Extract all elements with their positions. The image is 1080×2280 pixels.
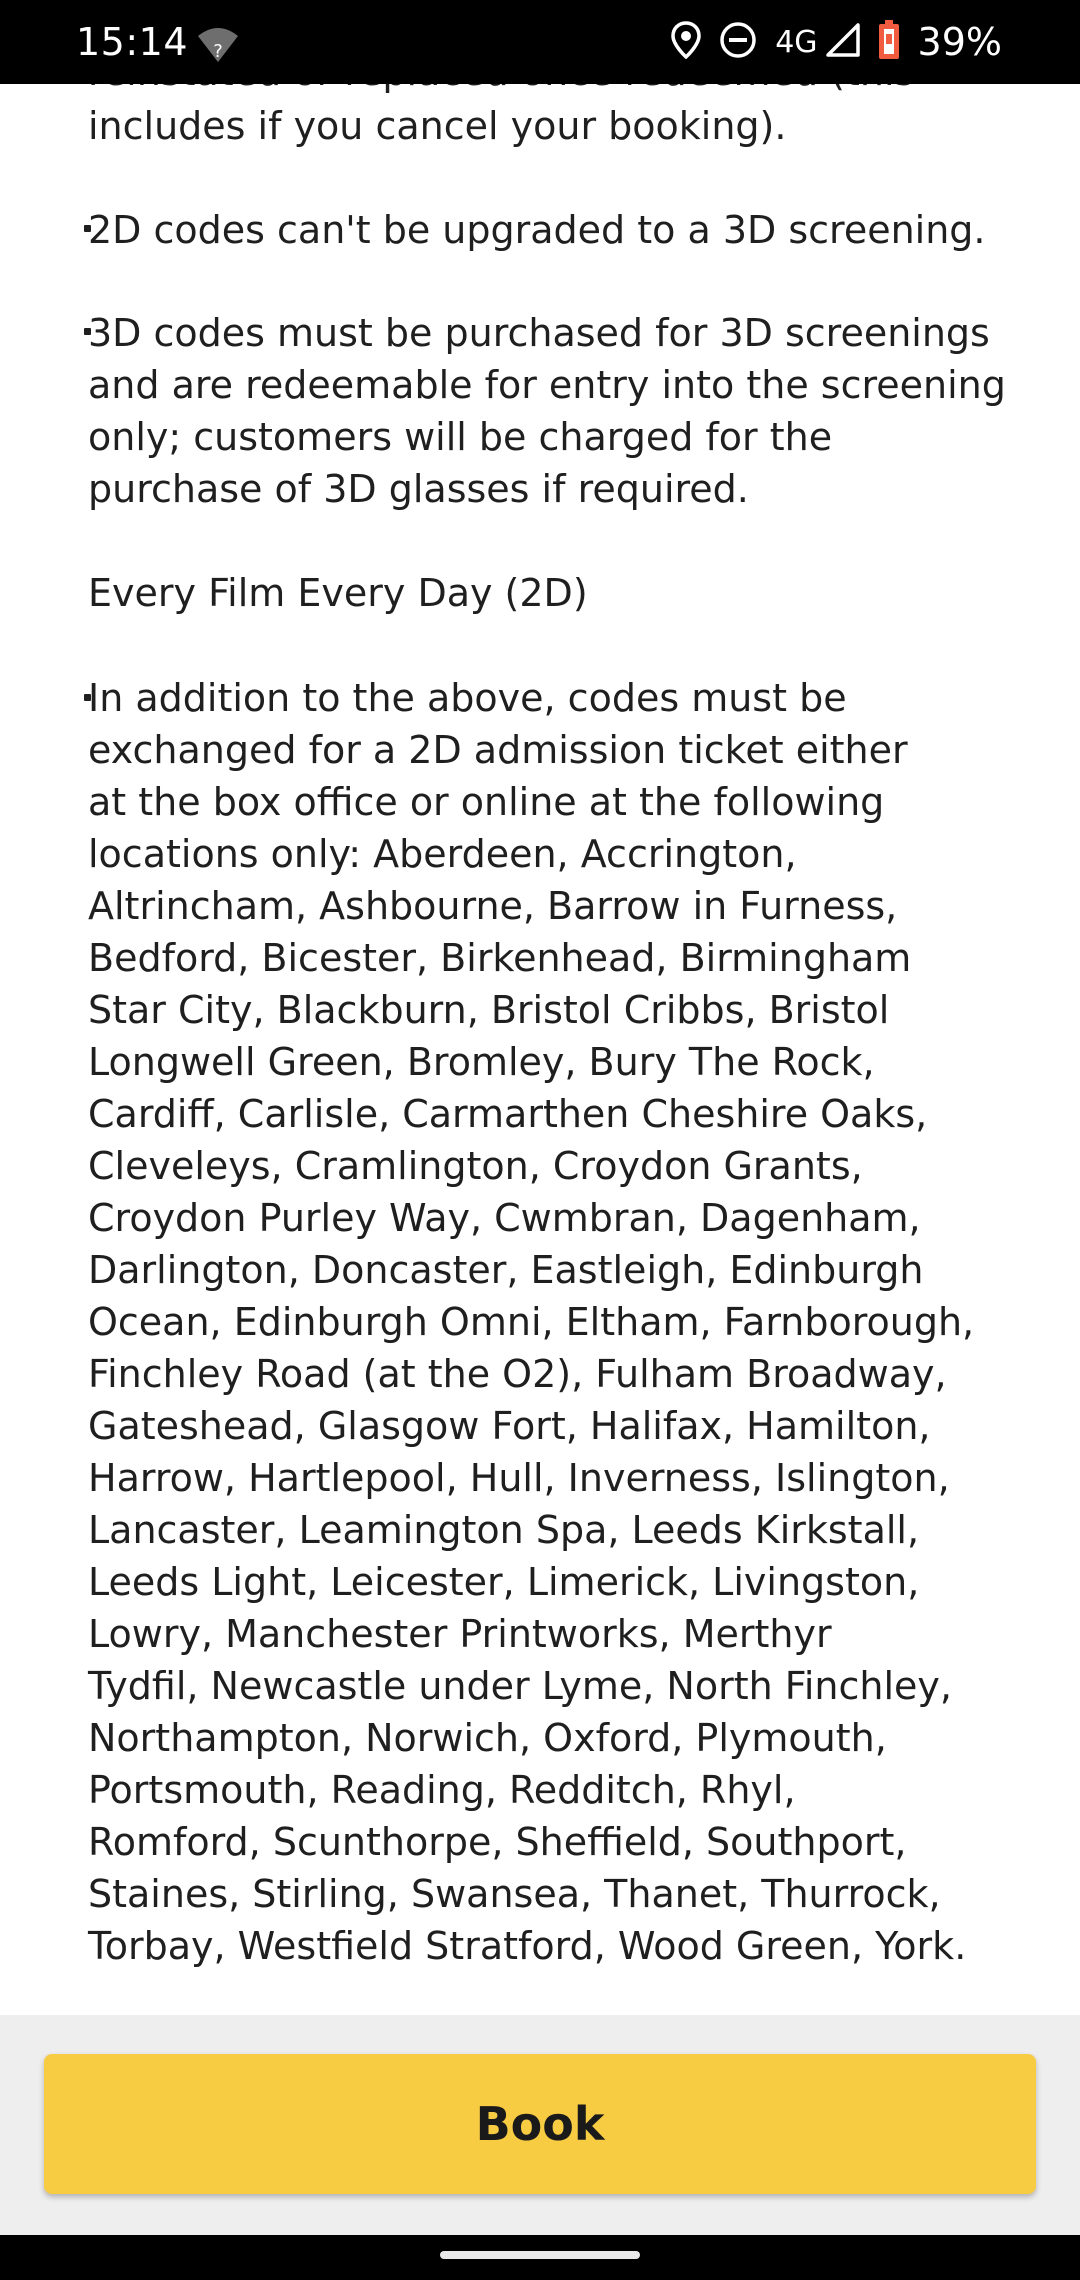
text-line: 3D codes must be purchased for 3D screen… xyxy=(88,311,990,355)
text-line: only; customers will be charged for the xyxy=(88,415,833,459)
text-line: Ocean, Edinburgh Omni, Eltham, Farnborou… xyxy=(88,1300,975,1344)
home-gesture-handle[interactable] xyxy=(440,2251,640,2259)
battery-low-icon xyxy=(878,20,900,64)
terms-paragraph-3d-codes: 3D codes must be purchased for 3D screen… xyxy=(88,307,1006,515)
svg-text:?: ? xyxy=(213,41,223,62)
text-line: includes if you cancel your booking). xyxy=(88,104,787,148)
section-heading: Every Film Every Day (2D) xyxy=(88,571,588,615)
text-line: at the box office or online at the follo… xyxy=(88,780,885,824)
text-line: Altrincham, Ashbourne, Barrow in Furness… xyxy=(88,884,898,928)
navigation-bar xyxy=(0,2235,1080,2280)
text-line: Cleveleys, Cramlington, Croydon Grants, xyxy=(88,1144,863,1188)
text-line: Lancaster, Leamington Spa, Leeds Kirksta… xyxy=(88,1508,920,1552)
status-time: 15:14 xyxy=(76,20,189,64)
text-line: Finchley Road (at the O2), Fulham Broadw… xyxy=(88,1352,947,1396)
wifi-unknown-icon: ? xyxy=(196,24,240,64)
battery-percentage: 39% xyxy=(917,20,1002,64)
text-line: Star City, Blackburn, Bristol Cribbs, Br… xyxy=(88,988,890,1032)
text-line: Longwell Green, Bromley, Bury The Rock, xyxy=(88,1040,875,1084)
location-icon xyxy=(671,21,701,63)
text-line: Croydon Purley Way, Cwmbran, Dagenham, xyxy=(88,1196,921,1240)
terms-content[interactable]: reinstated or replaced once redeemed (th… xyxy=(0,0,1080,2015)
text-line: locations only: Aberdeen, Accrington, xyxy=(88,832,797,876)
terms-paragraph-2d-upgrade: 2D codes can't be upgraded to a 3D scree… xyxy=(88,204,986,256)
text-line: Harrow, Hartlepool, Hull, Inverness, Isl… xyxy=(88,1456,950,1500)
do-not-disturb-icon xyxy=(719,21,757,63)
text-line: Portsmouth, Reading, Redditch, Rhyl, xyxy=(88,1768,796,1812)
footer: Book xyxy=(0,2015,1080,2235)
text-line: Leeds Light, Leicester, Limerick, Living… xyxy=(88,1560,920,1604)
text-line: purchase of 3D glasses if required. xyxy=(88,467,749,511)
screen: reinstated or replaced once redeemed (th… xyxy=(0,0,1080,2280)
text-line: and are redeemable for entry into the sc… xyxy=(88,363,1006,407)
text-line: Romford, Scunthorpe, Sheffield, Southpor… xyxy=(88,1820,907,1864)
book-button[interactable]: Book xyxy=(44,2054,1036,2194)
text-line: Lowry, Manchester Printworks, Merthyr xyxy=(88,1612,832,1656)
terms-paragraph-locations: In addition to the above, codes must be … xyxy=(88,672,974,1972)
text-line: Gateshead, Glasgow Fort, Halifax, Hamilt… xyxy=(88,1404,931,1448)
status-bar: 15:14 ? 4G 39% xyxy=(0,0,1080,84)
status-icons: 4G 39% xyxy=(671,18,1002,66)
text-line: exchanged for a 2D admission ticket eith… xyxy=(88,728,908,772)
network-type: 4G xyxy=(775,24,818,60)
text-line: Cardiff, Carlisle, Carmarthen Cheshire O… xyxy=(88,1092,928,1136)
text-line: Tydfil, Newcastle under Lyme, North Finc… xyxy=(88,1664,952,1708)
text-line: Torbay, Westfield Stratford, Wood Green,… xyxy=(88,1924,967,1968)
text-line: Bedford, Bicester, Birkenhead, Birmingha… xyxy=(88,936,912,980)
text-line: 2D codes can't be upgraded to a 3D scree… xyxy=(88,208,986,252)
text-line: Staines, Stirling, Swansea, Thanet, Thur… xyxy=(88,1872,941,1916)
text-line: In addition to the above, codes must be xyxy=(88,676,847,720)
terms-paragraph-cancel: includes if you cancel your booking). xyxy=(88,100,786,152)
text-line: Northampton, Norwich, Oxford, Plymouth, xyxy=(88,1716,887,1760)
text-line: Darlington, Doncaster, Eastleigh, Edinbu… xyxy=(88,1248,924,1292)
signal-icon xyxy=(825,23,860,61)
